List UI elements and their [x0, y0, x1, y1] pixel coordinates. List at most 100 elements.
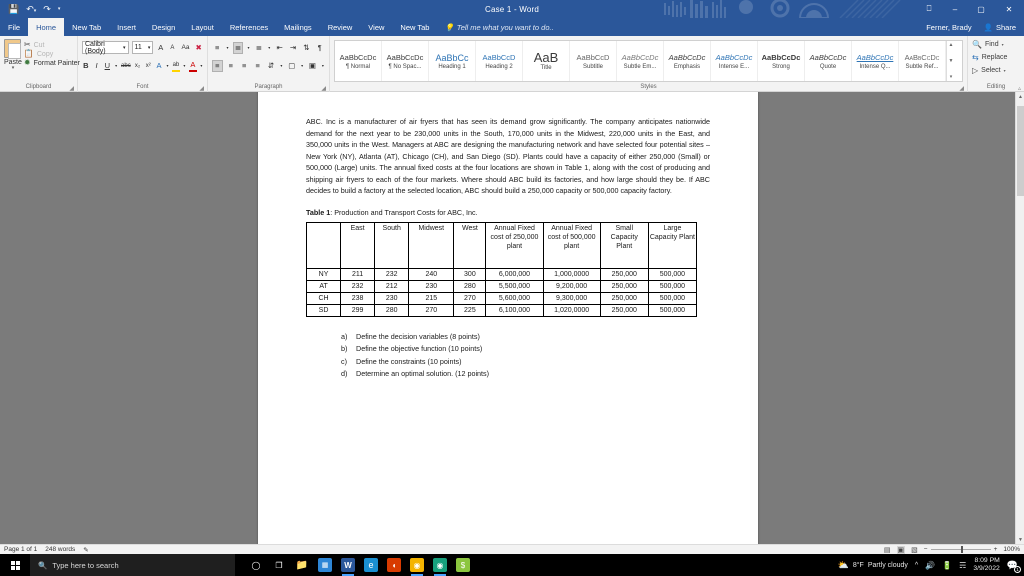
- zoom-thumb[interactable]: [960, 546, 963, 553]
- paste-button[interactable]: Paste ▾: [4, 39, 22, 71]
- select-button[interactable]: ▷ Select ▾: [972, 64, 1020, 77]
- numbering-chevron-down-icon[interactable]: ▾: [246, 42, 250, 54]
- tab-file[interactable]: File: [0, 18, 29, 36]
- office-icon[interactable]: ◖: [387, 558, 401, 572]
- increase-indent-icon[interactable]: ⇥: [288, 42, 298, 54]
- taskbar-search[interactable]: 🔍 Type here to search: [30, 554, 235, 576]
- task-view-icon[interactable]: ❐: [272, 558, 286, 572]
- print-layout-icon[interactable]: ▣: [896, 545, 906, 554]
- green-app-icon[interactable]: $: [456, 558, 470, 572]
- sort-icon[interactable]: ⇅: [301, 42, 311, 54]
- proofing-icon[interactable]: ✎: [83, 546, 88, 554]
- font-color-chevron-down-icon[interactable]: ▾: [200, 60, 203, 72]
- align-right-icon[interactable]: ≡: [239, 60, 249, 72]
- style-subtle-reference[interactable]: AaBbCcDc Subtle Ref...: [899, 41, 946, 81]
- borders-icon[interactable]: ▣: [307, 60, 317, 72]
- clipboard-dialog-launcher[interactable]: ◢: [69, 85, 74, 92]
- line-spacing-icon[interactable]: ⇵: [266, 60, 276, 72]
- show-hidden-icons-chevron-up-icon[interactable]: ^: [915, 562, 918, 569]
- scroll-down-icon[interactable]: ▼: [1016, 535, 1024, 544]
- style-heading-2[interactable]: AaBbCcD Heading 2: [476, 41, 523, 81]
- style-strong[interactable]: AaBbCcDc Strong: [758, 41, 805, 81]
- gallery-scroll-up-icon[interactable]: ▲: [947, 42, 955, 48]
- text-highlight-icon[interactable]: ab: [172, 60, 180, 72]
- tab-review[interactable]: Review: [320, 18, 361, 36]
- style-intense-emphasis[interactable]: AaBbCcDc Intense E...: [711, 41, 758, 81]
- tell-me-search[interactable]: 💡 Tell me what you want to do..: [437, 18, 553, 36]
- style-no-spacing[interactable]: AaBbCcDc ¶ No Spac...: [382, 41, 429, 81]
- underline-chevron-down-icon[interactable]: ▾: [114, 60, 118, 72]
- edge-icon[interactable]: e: [364, 558, 378, 572]
- multilevel-chevron-down-icon[interactable]: ▾: [267, 42, 271, 54]
- microsoft-store-icon[interactable]: ▦: [318, 558, 332, 572]
- tab-home[interactable]: Home: [28, 18, 65, 36]
- scrollbar-thumb[interactable]: [1017, 106, 1024, 196]
- text-effects-icon[interactable]: A: [155, 60, 163, 72]
- decrease-indent-icon[interactable]: ⇤: [274, 42, 284, 54]
- style-quote[interactable]: AaBbCcDc Quote: [805, 41, 852, 81]
- bullets-icon[interactable]: ≡: [212, 42, 222, 54]
- zoom-slider[interactable]: − +: [924, 546, 998, 553]
- share-button[interactable]: 👤 Share: [979, 21, 1020, 33]
- cortana-icon[interactable]: ◯: [249, 558, 263, 572]
- line-spacing-chevron-down-icon[interactable]: ▾: [279, 60, 283, 72]
- shading-chevron-down-icon[interactable]: ▾: [300, 60, 304, 72]
- clear-formatting-icon[interactable]: ✖: [194, 42, 203, 54]
- replace-button[interactable]: ⇆ Replace: [972, 51, 1020, 64]
- tab-new-tab-1[interactable]: New Tab: [64, 18, 109, 36]
- battery-icon[interactable]: 🔋: [942, 561, 952, 570]
- document-vertical-scrollbar[interactable]: ▲ ▼: [1015, 92, 1024, 544]
- style-title[interactable]: AaB Title: [523, 41, 570, 81]
- numbering-icon[interactable]: ≣: [232, 41, 244, 54]
- font-color-icon[interactable]: A: [189, 60, 197, 72]
- word-count[interactable]: 248 words: [45, 546, 75, 553]
- network-icon[interactable]: ☴: [959, 561, 966, 570]
- align-center-icon[interactable]: ≡: [226, 60, 236, 72]
- zoom-out-button[interactable]: −: [924, 546, 928, 553]
- tab-new-tab-2[interactable]: New Tab: [392, 18, 437, 36]
- style-normal[interactable]: AaBbCcDc ¶ Normal: [335, 41, 382, 81]
- notification-center-icon[interactable]: 💬 1: [1007, 560, 1021, 573]
- tab-layout[interactable]: Layout: [183, 18, 222, 36]
- start-button[interactable]: [0, 560, 30, 570]
- tab-design[interactable]: Design: [144, 18, 183, 36]
- align-left-icon[interactable]: ≡: [212, 59, 223, 72]
- copy-button[interactable]: 📋 Copy: [24, 50, 80, 58]
- taskbar-clock[interactable]: 8:09 PM 3/9/2022: [973, 557, 999, 574]
- shading-icon[interactable]: ▢: [287, 60, 297, 72]
- user-name[interactable]: Ferner, Brady: [926, 23, 971, 32]
- gallery-scroll-down-icon[interactable]: ▼: [947, 58, 955, 64]
- zoom-level[interactable]: 100%: [1003, 546, 1020, 553]
- font-size-box[interactable]: 11 ▾: [131, 41, 154, 54]
- document-page[interactable]: ABC. Inc is a manufacturer of air fryers…: [258, 92, 758, 544]
- bullets-chevron-down-icon[interactable]: ▾: [225, 42, 229, 54]
- grow-font-icon[interactable]: A: [156, 42, 165, 54]
- font-size-chevron-down-icon[interactable]: ▾: [148, 45, 151, 51]
- gallery-more-icon[interactable]: ▾: [947, 74, 955, 80]
- weather-widget[interactable]: ⛅ 8°F Partly cloudy: [838, 560, 908, 571]
- page-indicator[interactable]: Page 1 of 1: [4, 546, 37, 553]
- multilevel-list-icon[interactable]: ≣: [254, 42, 264, 54]
- ribbon-display-options-button[interactable]: ⎕: [916, 0, 942, 18]
- font-dialog-launcher[interactable]: ◢: [199, 85, 204, 92]
- scroll-up-icon[interactable]: ▲: [1016, 92, 1024, 101]
- paragraph-dialog-launcher[interactable]: ◢: [321, 85, 326, 92]
- tab-insert[interactable]: Insert: [109, 18, 144, 36]
- restore-button[interactable]: ▢: [968, 0, 994, 18]
- styles-dialog-launcher[interactable]: ◢: [959, 85, 964, 92]
- shrink-font-icon[interactable]: A: [168, 42, 177, 54]
- borders-chevron-down-icon[interactable]: ▾: [321, 60, 325, 72]
- font-name-chevron-down-icon[interactable]: ▾: [123, 45, 126, 51]
- strikethrough-icon[interactable]: abc: [121, 60, 131, 72]
- justify-icon[interactable]: ≡: [252, 60, 262, 72]
- style-intense-quote[interactable]: AaBbCcDc Intense Q...: [852, 41, 899, 81]
- teal-app-icon[interactable]: ◉: [433, 558, 447, 576]
- zoom-in-button[interactable]: +: [994, 546, 998, 553]
- text-effects-chevron-down-icon[interactable]: ▾: [166, 60, 169, 72]
- tab-view[interactable]: View: [360, 18, 392, 36]
- close-button[interactable]: ✕: [994, 0, 1024, 18]
- find-button[interactable]: 🔍 Find ▾: [972, 38, 1020, 51]
- find-chevron-down-icon[interactable]: ▾: [1002, 42, 1004, 47]
- collapse-ribbon-icon[interactable]: ▵: [1018, 85, 1021, 92]
- document-canvas[interactable]: ABC. Inc is a manufacturer of air fryers…: [0, 92, 1024, 544]
